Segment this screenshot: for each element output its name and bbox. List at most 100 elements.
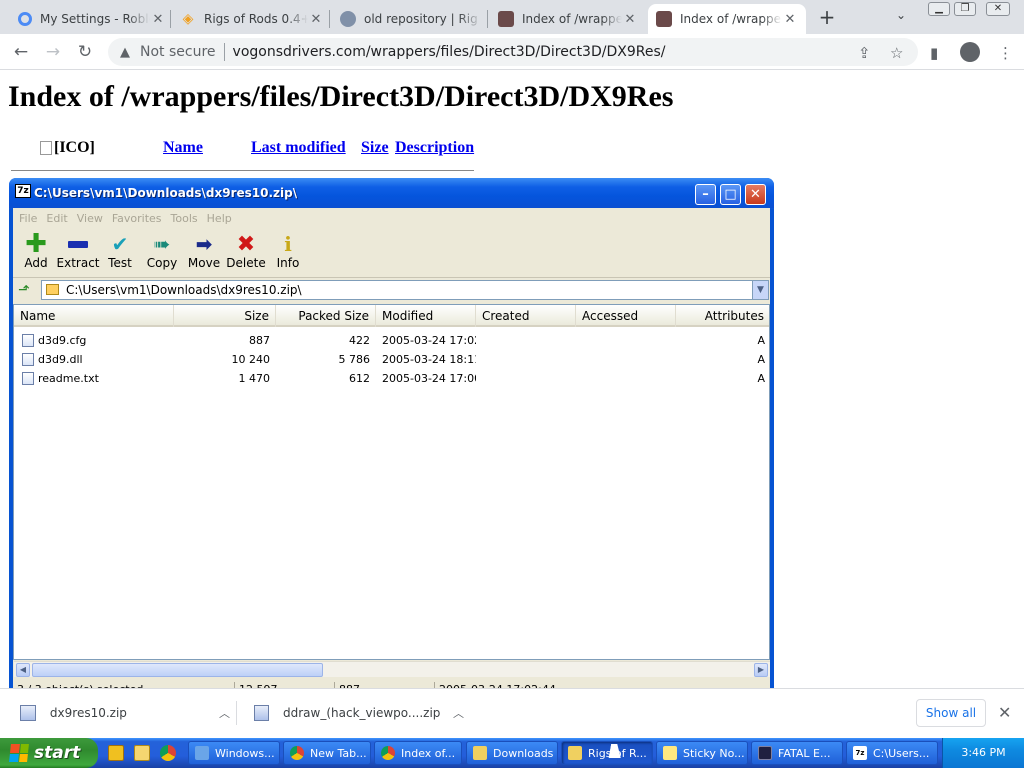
tab-separator [329,10,330,28]
chevron-down-icon[interactable]: ▼ [752,281,768,299]
url-text[interactable]: vogonsdrivers.com/wrappers/files/Direct3… [233,44,666,60]
7zip-maximize-button[interactable]: □ [720,184,741,205]
copy-label: Copy [146,256,178,270]
browser-tab-rigs-of-rods[interactable]: ◈ Rigs of Rods 0.4+ d ✕ [172,4,332,34]
taskbar-item-rigs-of-rods[interactable]: Rigs of R... [561,741,653,765]
system-tray-clock[interactable]: 3:46 PM [942,738,1024,768]
horizontal-scrollbar[interactable]: ◀ ▶ [14,661,770,677]
size-column-link[interactable]: Size [361,139,389,157]
menu-file[interactable]: File [19,212,37,225]
menu-kebab-icon[interactable]: ⋮ [998,44,1013,62]
browser-tab-old-repository[interactable]: old repository | Rig [332,4,490,34]
column-header-name[interactable]: Name [14,305,174,327]
menu-help[interactable]: Help [207,212,232,225]
close-shelf-icon[interactable]: ✕ [998,703,1011,722]
start-button[interactable]: start [0,738,98,768]
taskbar-item-sticky-notes[interactable]: Sticky No... [656,741,748,765]
browser-tab-index-active[interactable]: Index of /wrappers/ ✕ [648,4,806,34]
scroll-right-arrow-icon[interactable]: ▶ [754,663,768,677]
test-button[interactable]: ✔ Test [99,228,141,277]
menu-favorites[interactable]: Favorites [112,212,162,225]
side-panel-icon[interactable]: ▮ [930,44,938,62]
back-arrow-icon[interactable]: ← [10,42,32,62]
rigs-of-rods-favicon-icon: ◈ [182,11,194,27]
column-header-attributes[interactable]: Attributes [676,305,769,327]
file-name: readme.txt [38,371,99,385]
bookmark-star-icon[interactable]: ☆ [890,44,903,62]
file-row[interactable]: d3d9.dll 10 240 5 786 2005-03-24 18:11 A [14,350,769,369]
7zip-title-bar[interactable]: 7z C:\Users\vm1\Downloads\dx9res10.zip\ … [9,178,774,208]
menu-view[interactable]: View [77,212,103,225]
file-attributes: A [757,334,765,347]
taskbar-item-label: FATAL E... [778,746,831,760]
explorer-folder-icon[interactable] [134,745,150,761]
taskbar-item-fatal-error[interactable]: FATAL E... [751,741,843,765]
7zip-menu-bar: File Edit View Favorites Tools Help [13,208,770,228]
column-header-packed-size[interactable]: Packed Size [276,305,376,327]
show-all-button[interactable]: Show all [916,699,986,727]
forward-arrow-icon[interactable]: → [42,42,64,62]
close-tab-icon[interactable]: ✕ [308,12,324,27]
share-icon[interactable]: ⇪ [858,44,871,62]
file-row[interactable]: readme.txt 1 470 612 2005-03-24 17:00 A [14,369,769,388]
menu-edit[interactable]: Edit [46,212,67,225]
file-name-cell: readme.txt [14,372,174,386]
move-button[interactable]: ➡ Move [183,228,225,277]
close-tab-icon[interactable]: ✕ [782,12,798,27]
copy-button[interactable]: ➠ Copy [141,228,183,277]
taskbar-item-index-of[interactable]: Index of... [374,741,462,765]
up-folder-icon[interactable]: ⬏ [13,280,35,300]
browser-tab-roblox[interactable]: My Settings - Roblox ✕ [10,4,174,34]
menu-tools[interactable]: Tools [171,212,198,225]
file-list[interactable]: Name Size Packed Size Modified Created A… [13,304,770,660]
info-button[interactable]: i Info [267,228,309,277]
column-header-created[interactable]: Created [476,305,576,327]
sticky-note-icon [663,746,677,760]
folder-icon [568,746,582,760]
reload-icon[interactable]: ↻ [74,42,96,62]
column-header-accessed[interactable]: Accessed [576,305,676,327]
name-column-link[interactable]: Name [163,139,203,157]
7zip-close-button[interactable]: ✕ [745,184,766,205]
file-row[interactable]: d3d9.cfg 887 422 2005-03-24 17:02 A [14,331,769,350]
icon-alt-text: [ICO] [54,139,95,156]
taskbar-item-new-tab[interactable]: New Tab... [283,741,371,765]
taskbar-item-7zip[interactable]: 7z C:\Users... [846,741,938,765]
taskbar-item-downloads[interactable]: Downloads [466,741,558,765]
browser-tab-index-1[interactable]: Index of /wrappers/ ✕ [490,4,646,34]
extract-button[interactable]: Extract [57,228,100,277]
file-modified: 2005-03-24 17:02 [382,334,476,347]
download-item[interactable]: ddraw_(hack_viewpo....zip ︿ [254,697,464,729]
delete-button[interactable]: ✖ Delete [225,228,267,277]
7zip-minimize-button[interactable]: – [695,184,716,205]
last-modified-column-link[interactable]: Last modified [251,139,346,157]
tab-search-chevron-icon[interactable]: ⌄ [896,8,906,22]
warning-triangle-icon[interactable]: ▲ [118,45,132,60]
scrollbar-thumb[interactable] [32,663,323,677]
column-header-size[interactable]: Size [174,305,276,327]
scroll-left-arrow-icon[interactable]: ◀ [16,663,30,677]
repository-favicon-icon [340,11,356,27]
chevron-up-icon[interactable]: ︿ [219,705,230,721]
security-label[interactable]: Not secure [140,44,216,60]
file-size: 10 240 [231,353,271,366]
restore-window-button[interactable]: ❐ [954,2,976,16]
chrome-icon[interactable] [160,745,176,761]
description-column-link[interactable]: Description [395,139,474,157]
close-tab-icon[interactable]: ✕ [622,12,638,27]
column-header-modified[interactable]: Modified [376,305,476,327]
path-input[interactable]: C:\Users\vm1\Downloads\dx9res10.zip\ ▼ [41,280,769,300]
broken-image-icon [40,141,52,155]
close-window-button[interactable]: ✕ [986,2,1010,16]
taskbar-item-windows[interactable]: Windows... [188,741,280,765]
address-bar[interactable]: ▲ Not secure vogonsdrivers.com/wrappers/… [108,38,918,66]
new-tab-button[interactable]: + [814,6,840,30]
7zip-app-icon[interactable]: 7z [15,184,31,198]
media-player-icon[interactable] [108,745,124,761]
download-item[interactable]: dx9res10.zip ︿ [20,697,230,729]
add-button[interactable]: ✚ Add [15,228,57,277]
profile-avatar-icon[interactable] [960,42,980,62]
minimize-window-button[interactable]: ▁ [928,2,950,16]
chevron-up-icon[interactable]: ︿ [453,705,464,721]
close-tab-icon[interactable]: ✕ [150,12,166,27]
